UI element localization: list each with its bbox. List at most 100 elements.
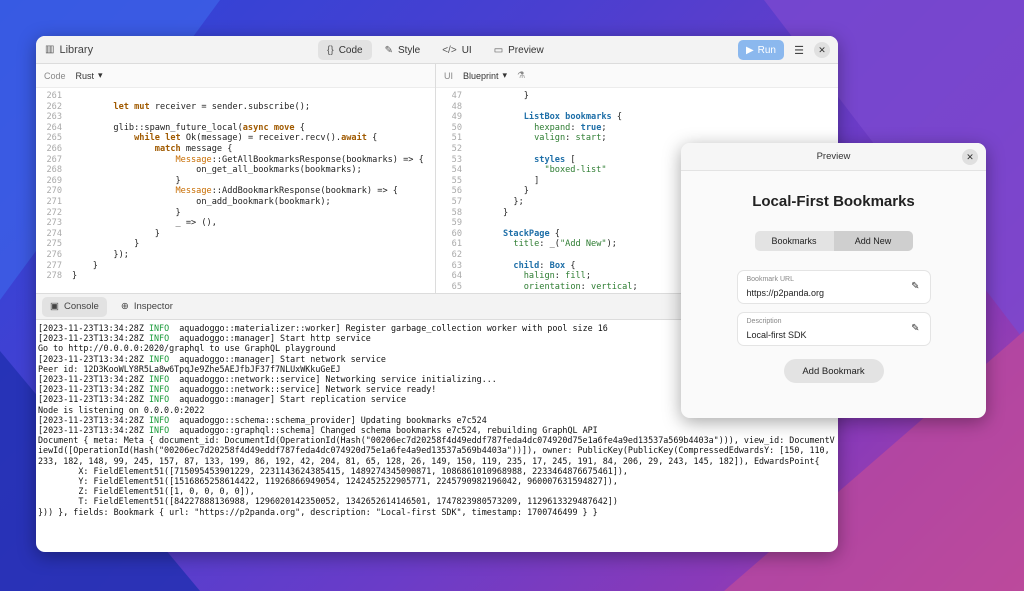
line-number: 59: [451, 218, 462, 229]
line-text: halign: fill;: [523, 271, 592, 282]
line-number: 65: [451, 281, 462, 292]
console-icon: ▣: [50, 301, 59, 312]
line-number: 53: [451, 154, 462, 165]
pencil-icon[interactable]: ✎: [911, 281, 919, 292]
line-number: 273: [46, 218, 62, 229]
description-row[interactable]: Description Local-first SDK ✎: [737, 313, 930, 345]
line-text: on_add_bookmark(bookmark);: [72, 196, 331, 207]
line-number: 272: [46, 207, 62, 218]
console-line: X: FieldElement51([715095453901229, 2231…: [38, 465, 628, 476]
language-value: Rust: [75, 70, 95, 81]
code-editor[interactable]: Code Rust ▾ 261 262 let mut receiver = s…: [36, 64, 436, 293]
line-text: let mut receiver = sender.subscribe();: [113, 101, 311, 112]
code-line: 265 while let Ok(message) = receiver.rec…: [36, 133, 435, 144]
braces-icon: {}: [327, 44, 334, 56]
line-number: 262: [46, 101, 62, 112]
line-number: 278: [46, 271, 62, 282]
line-text: child: Box {: [513, 260, 576, 271]
code-line: 50 hexpand: true;: [436, 123, 838, 134]
line-text: };: [472, 196, 524, 207]
tab-code[interactable]: {} Code: [318, 40, 372, 60]
line-number: 57: [451, 196, 462, 207]
inspector-icon: ⊕: [120, 301, 129, 312]
language-dropdown[interactable]: Rust ▾: [76, 70, 103, 81]
line-number: 61: [451, 239, 462, 250]
add-bookmark-button[interactable]: Add Bookmark: [783, 359, 884, 383]
bookmark-url-label: Bookmark URL: [746, 276, 794, 283]
tab-console[interactable]: ▣ Console: [42, 296, 107, 317]
line-text: Message::GetAllBookmarksResponse(bookmar…: [175, 154, 424, 165]
line-number: 267: [46, 154, 62, 165]
pencil-icon[interactable]: ✎: [911, 323, 919, 334]
line-text: title: _("Add New");: [513, 239, 617, 250]
line-number: 263: [46, 112, 62, 123]
line-text: valign: start;: [534, 133, 607, 144]
format-value: Blueprint: [463, 70, 499, 81]
line-number: 55: [451, 175, 462, 186]
close-icon[interactable]: ✕: [814, 42, 830, 58]
line-text: hexpand: true;: [534, 122, 607, 133]
code-line: 262 let mut receiver = sender.subscribe(…: [36, 102, 435, 113]
tab-label: Style: [397, 44, 421, 56]
view-switcher: Bookmarks Add New: [754, 231, 913, 251]
run-button[interactable]: ▶ Run: [737, 40, 784, 60]
library-icon: ▥: [45, 44, 55, 55]
view-tabs: {} Code ✎ Style </> UI ▭ Preview: [318, 40, 553, 60]
line-text: match message {: [154, 143, 233, 154]
menu-icon[interactable]: ☰: [792, 44, 806, 57]
tab-label: Code: [338, 44, 363, 56]
line-number: 63: [451, 260, 462, 271]
description-field[interactable]: Local-first SDK: [747, 330, 807, 340]
tab-label: Preview: [508, 44, 544, 56]
line-number: 49: [451, 112, 462, 123]
chevron-down-icon: ▾: [98, 70, 103, 80]
line-text: ListBox bookmarks {: [523, 112, 623, 123]
line-text: }: [72, 175, 181, 186]
bookmark-url-row[interactable]: Bookmark URL https://p2panda.org ✎: [737, 271, 930, 303]
flask-icon[interactable]: ⚗: [517, 70, 525, 81]
preview-window: Preview ✕ Local-First Bookmarks Bookmark…: [681, 143, 986, 418]
line-number: 265: [46, 133, 62, 144]
line-text: on_get_all_bookmarks(bookmarks);: [72, 165, 362, 176]
code-line: 261: [36, 91, 435, 102]
preview-window-title: Preview: [816, 151, 851, 162]
line-number: 56: [451, 186, 462, 197]
library-button[interactable]: ▥ Library: [42, 44, 93, 56]
tab-style[interactable]: ✎ Style: [376, 40, 430, 60]
line-number: 51: [451, 133, 462, 144]
library-label: Library: [59, 43, 94, 56]
ui-tag-icon: </>: [442, 44, 457, 56]
code-line: 268 on_get_all_bookmarks(bookmarks);: [36, 165, 435, 176]
line-number: 264: [46, 122, 62, 133]
line-number: 48: [451, 101, 462, 112]
code-line: 269 }: [36, 176, 435, 187]
line-number: 274: [46, 228, 62, 239]
code-line: 264 glib::spawn_future_local(async move …: [36, 123, 435, 134]
tab-label: Inspector: [133, 301, 173, 312]
tab-ui[interactable]: </> UI: [433, 40, 480, 60]
code-line: 275 }: [36, 239, 435, 250]
line-text: styles [: [534, 154, 576, 165]
line-number: 54: [451, 165, 462, 176]
code-line: 274 }: [36, 229, 435, 240]
console-line: Document { meta: Meta { document_id: Doc…: [38, 435, 835, 466]
brush-icon: ✎: [384, 44, 393, 56]
line-text: ]: [472, 175, 540, 186]
tab-bookmarks[interactable]: Bookmarks: [755, 231, 834, 251]
close-icon[interactable]: ✕: [962, 149, 978, 165]
tab-label: Console: [63, 301, 99, 312]
line-number: 261: [46, 91, 62, 101]
app-title: Local-First Bookmarks: [752, 193, 915, 210]
tab-inspector[interactable]: ⊕ Inspector: [113, 297, 181, 317]
tab-preview[interactable]: ▭ Preview: [485, 40, 553, 60]
console-line: [2023-11-23T13:34:28Z INFO aquadoggo::gr…: [38, 425, 598, 436]
tab-add-new[interactable]: Add New: [833, 231, 913, 251]
code-line: 263: [36, 112, 435, 123]
line-text: }: [72, 207, 181, 218]
code-line: 273 _ => (),: [36, 218, 435, 229]
code-line: 266 match message {: [36, 144, 435, 155]
header-bar: ▥ Library {} Code ✎ Style </> UI ▭ Preview ▶ Ru…: [36, 36, 838, 64]
format-dropdown[interactable]: Blueprint ▾: [463, 70, 507, 81]
console-line: T: FieldElement51([84227888136988, 12960…: [38, 496, 618, 507]
bookmark-url-field[interactable]: https://p2panda.org: [747, 288, 825, 298]
